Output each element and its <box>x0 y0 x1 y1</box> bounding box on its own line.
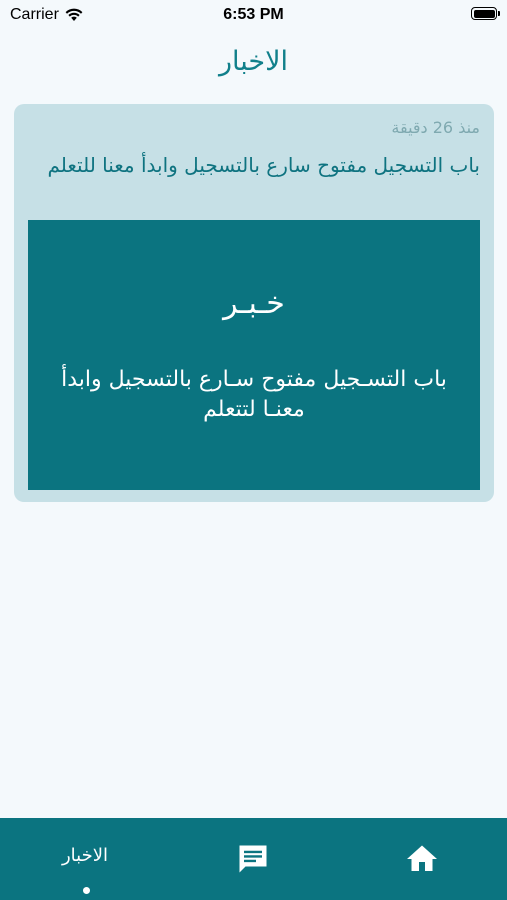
news-card[interactable]: منذ 26 دقيقة باب التسجيل مفتوح سارع بالت… <box>14 104 494 502</box>
tab-bar: الاخبار <box>0 818 507 900</box>
clock: 6:53 PM <box>223 6 284 23</box>
tab-home[interactable] <box>382 818 462 900</box>
message-icon <box>239 845 267 873</box>
active-tab-indicator <box>83 887 90 894</box>
page-title: الاخبار <box>218 46 288 77</box>
news-time: منذ 26 دقيقة <box>391 118 480 137</box>
news-image[interactable]: خـبـر باب التسـجيل مفتوح سـارع بالتسجيل … <box>28 220 480 490</box>
tab-messages[interactable] <box>213 818 293 900</box>
news-image-title: خـبـر <box>223 286 285 321</box>
news-image-text: باب التسـجيل مفتوح سـارع بالتسجيل وابدأ … <box>61 367 447 422</box>
tab-news-label: الاخبار <box>61 844 108 866</box>
home-icon <box>407 845 437 871</box>
battery-icon <box>471 7 500 20</box>
status-bar: Carrier 6:53 PM <box>0 0 507 32</box>
news-headline[interactable]: باب التسجيل مفتوح سارع بالتسجيل وابدأ مع… <box>30 150 480 180</box>
